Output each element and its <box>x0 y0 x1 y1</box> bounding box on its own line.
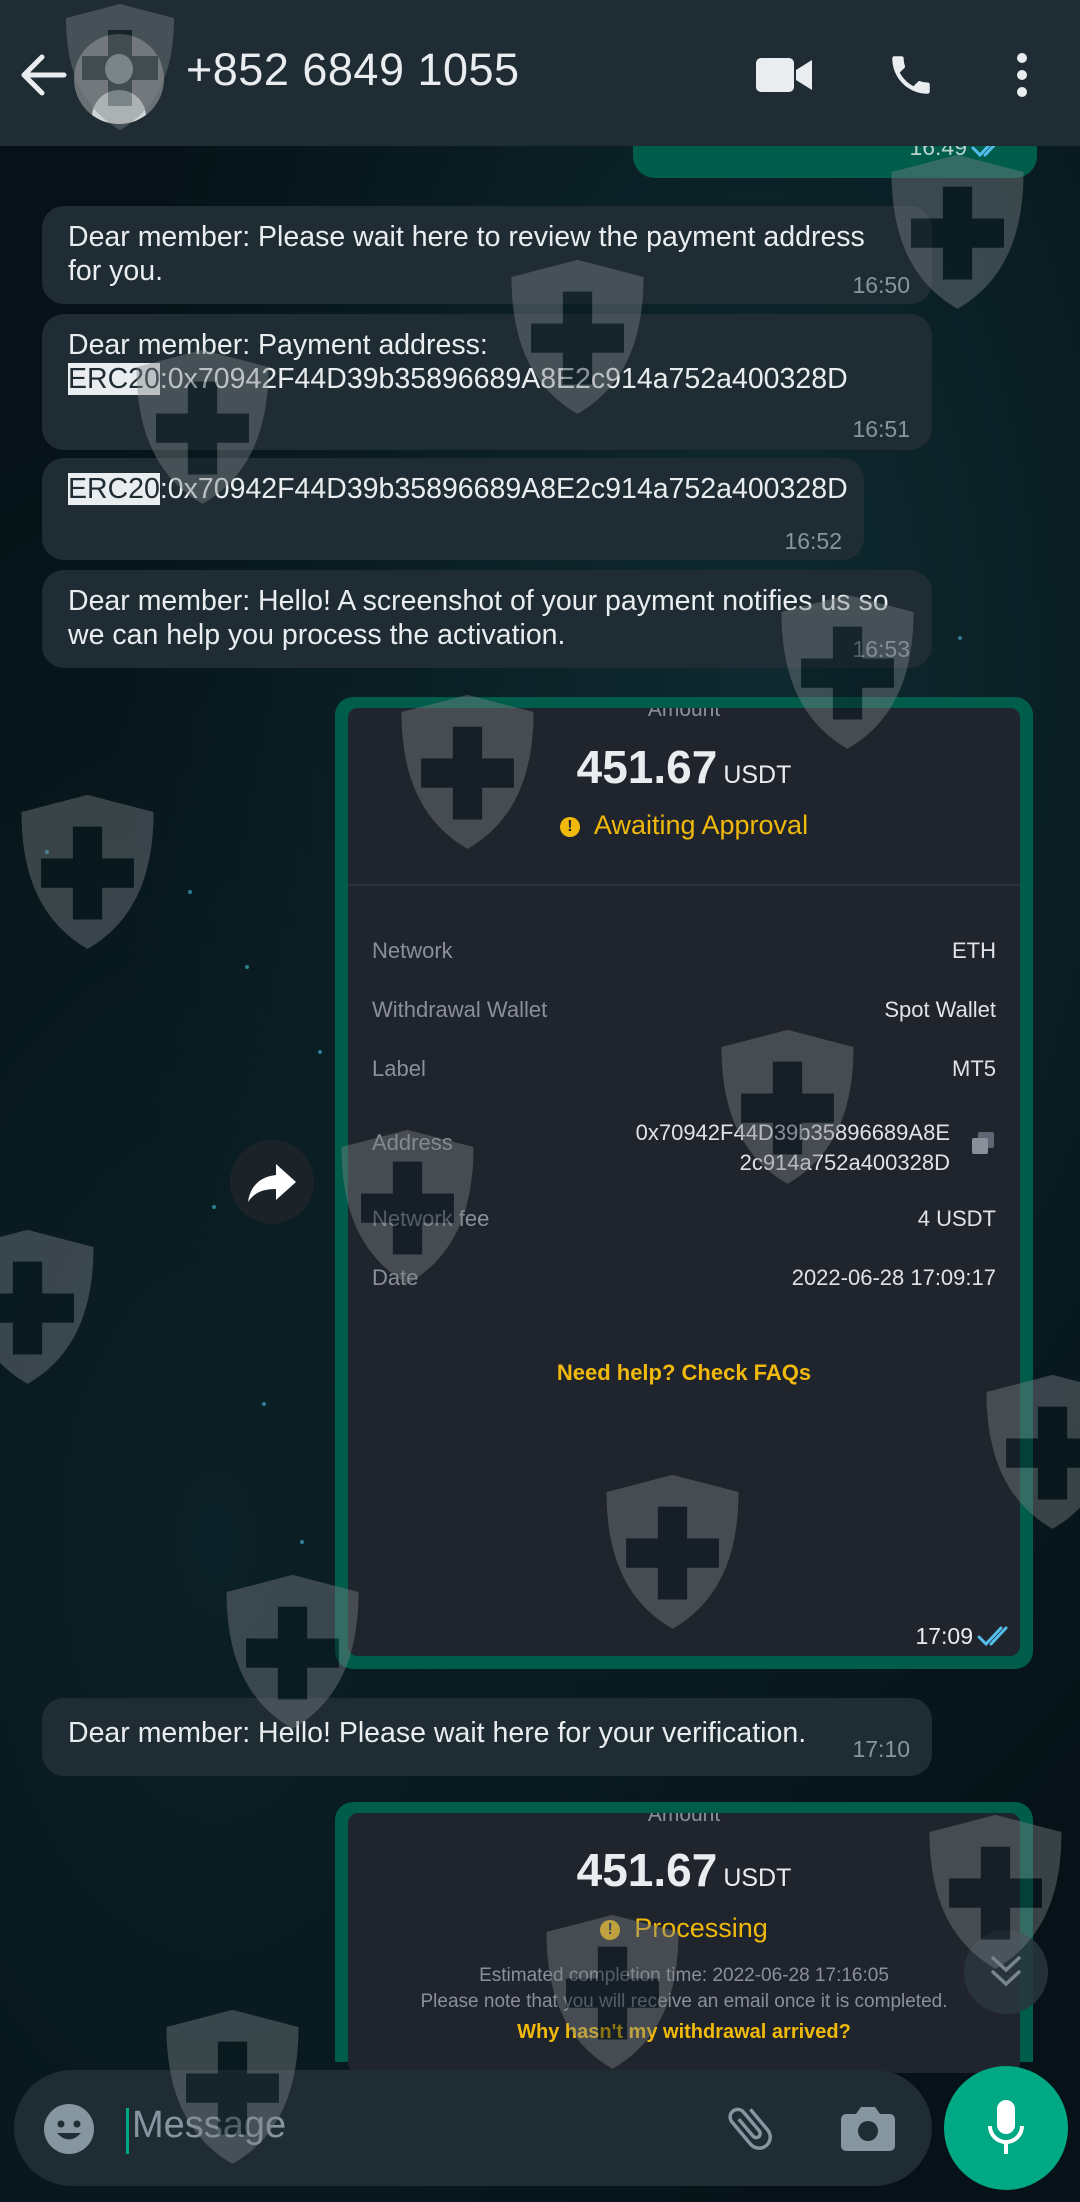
payment-address: ERC20:0x70942F44D39b35896689A8E2c914a752… <box>68 362 906 396</box>
detail-key: Date <box>372 1265 419 1290</box>
detail-value: Spot Wallet <box>884 997 996 1022</box>
voice-message-button[interactable] <box>944 2066 1068 2190</box>
incoming-message[interactable]: Dear member: Please wait here to review … <box>42 206 932 304</box>
mic-icon <box>988 2100 1024 2154</box>
amount-unit: USDT <box>723 1864 792 1892</box>
incoming-message[interactable]: Dear member: Payment address: ERC20:0x70… <box>42 314 932 450</box>
emoji-icon[interactable] <box>42 2102 96 2156</box>
address-text: :0x70942F44D39b35896689A8E2c914a752a4003… <box>159 363 848 395</box>
camera-icon[interactable] <box>840 2104 896 2152</box>
wallpaper-dot <box>262 1402 266 1406</box>
copy-icon <box>972 1132 994 1154</box>
address-line: 0x70942F44D39b35896689A8E <box>635 1120 950 1145</box>
amount-number: 451.67 <box>576 1844 718 1896</box>
wallpaper-dot <box>958 636 962 640</box>
amount-unit: USDT <box>723 761 792 789</box>
avatar[interactable] <box>74 34 164 124</box>
wallpaper-dot <box>318 1050 322 1054</box>
divider <box>348 884 1020 886</box>
detail-value: MT5 <box>952 1056 996 1081</box>
message-time: 16:51 <box>852 416 910 442</box>
message-time: 16:52 <box>784 528 842 554</box>
status-text: ! Awaiting Approval <box>348 810 1020 841</box>
note-text: Please note that you will receive an ema… <box>420 1991 948 2012</box>
detail-value: 2022-06-28 17:09:17 <box>791 1265 996 1290</box>
message-input-bar: Message <box>14 2070 932 2186</box>
amount-value: 451.67 USDT <box>348 740 1020 794</box>
detail-key: Label <box>372 1056 426 1081</box>
status-label: Awaiting Approval <box>593 810 809 840</box>
status-label: Processing <box>634 1913 768 1943</box>
screenshot-image[interactable]: Amount 451.67 USDT ! Awaiting Approval Net… <box>348 708 1020 1656</box>
message-input[interactable]: Message <box>132 2104 286 2147</box>
incoming-message[interactable]: ERC20:0x70942F44D39b35896689A8E2c914a752… <box>42 458 864 560</box>
highlighted-tag: ERC20 <box>68 473 160 505</box>
screenshot-image[interactable]: Amount 451.67 USDT ! Processing Estimated … <box>348 1813 1020 2073</box>
detail-key: Network <box>372 938 453 963</box>
detail-key: Address <box>372 1130 453 1155</box>
message-text: Dear member: Please wait here to review … <box>68 221 865 287</box>
back-arrow-icon[interactable] <box>18 52 68 98</box>
scroll-down-button[interactable] <box>964 1930 1048 2014</box>
warning-icon: ! <box>600 1920 621 1940</box>
amount-label: Amount <box>647 1813 721 1826</box>
message-text: Dear member: Payment address: ERC20:0x70… <box>68 328 906 396</box>
message-text: Dear member: Hello! A screenshot of your… <box>68 585 889 651</box>
incoming-message[interactable]: Dear member: Hello! Please wait here for… <box>42 1698 932 1776</box>
forward-button[interactable] <box>230 1140 314 1224</box>
message-text: Dear member: Hello! Please wait here for… <box>68 1717 807 1749</box>
address-text: :0x70942F44D39b35896689A8E2c914a752a4003… <box>159 473 848 505</box>
wallpaper-dot <box>245 965 249 969</box>
amount-label: Amount <box>647 708 721 721</box>
wallpaper-dot <box>300 1540 304 1544</box>
message-time: 17:10 <box>852 1736 910 1762</box>
help-link: Why hasn't my withdrawal arrived? <box>517 2021 851 2043</box>
phone-icon[interactable] <box>886 50 936 100</box>
message-time: 17:09 <box>915 1623 973 1649</box>
eta-text: Estimated completion time: 2022-06-28 17… <box>479 1965 889 1986</box>
warning-icon: ! <box>559 817 580 837</box>
amount-number: 451.67 <box>576 741 718 793</box>
more-vert-icon[interactable] <box>1012 52 1032 98</box>
detail-value: ETH <box>952 938 996 963</box>
payment-address: ERC20:0x70942F44D39b35896689A8E2c914a752… <box>68 472 848 506</box>
contact-name[interactable]: +852 6849 1055 <box>186 44 520 96</box>
detail-value: 0x70942F44D39b35896689A8E 2c914a752a40032… <box>636 1118 950 1178</box>
status-text: ! Processing <box>348 1913 1020 1944</box>
faq-link: Need help? Check FAQs <box>556 1360 812 1385</box>
double-chevron-down-icon <box>991 1956 1021 1987</box>
amount-value: 451.67 USDT <box>348 1843 1020 1897</box>
detail-key: Network fee <box>372 1206 490 1231</box>
message-time: 16:53 <box>852 636 910 662</box>
video-call-icon[interactable] <box>756 56 812 94</box>
message-line: Dear member: Payment address: <box>68 329 488 361</box>
wallpaper-dot <box>212 1205 216 1209</box>
wallpaper-dot <box>45 850 49 854</box>
image-message[interactable]: Amount 451.67 USDT ! Processing Estimated … <box>335 1802 1033 2073</box>
image-message[interactable]: Amount 451.67 USDT ! Awaiting Approval Net… <box>335 697 1033 1669</box>
detail-key: Withdrawal Wallet <box>372 997 548 1022</box>
wallpaper-dot <box>188 890 192 894</box>
attach-icon[interactable] <box>720 2100 780 2156</box>
double-check-icon <box>977 1626 1008 1647</box>
incoming-message[interactable]: Dear member: Hello! A screenshot of your… <box>42 570 932 668</box>
forward-icon <box>248 1164 296 1202</box>
message-time: 16:50 <box>852 272 910 298</box>
detail-value: 4 USDT <box>917 1206 996 1231</box>
highlighted-tag: ERC20 <box>68 363 160 395</box>
text-cursor <box>126 2108 129 2154</box>
chat-header: +852 6849 1055 <box>0 0 1080 146</box>
address-line: 2c914a752a400328D <box>739 1150 950 1175</box>
